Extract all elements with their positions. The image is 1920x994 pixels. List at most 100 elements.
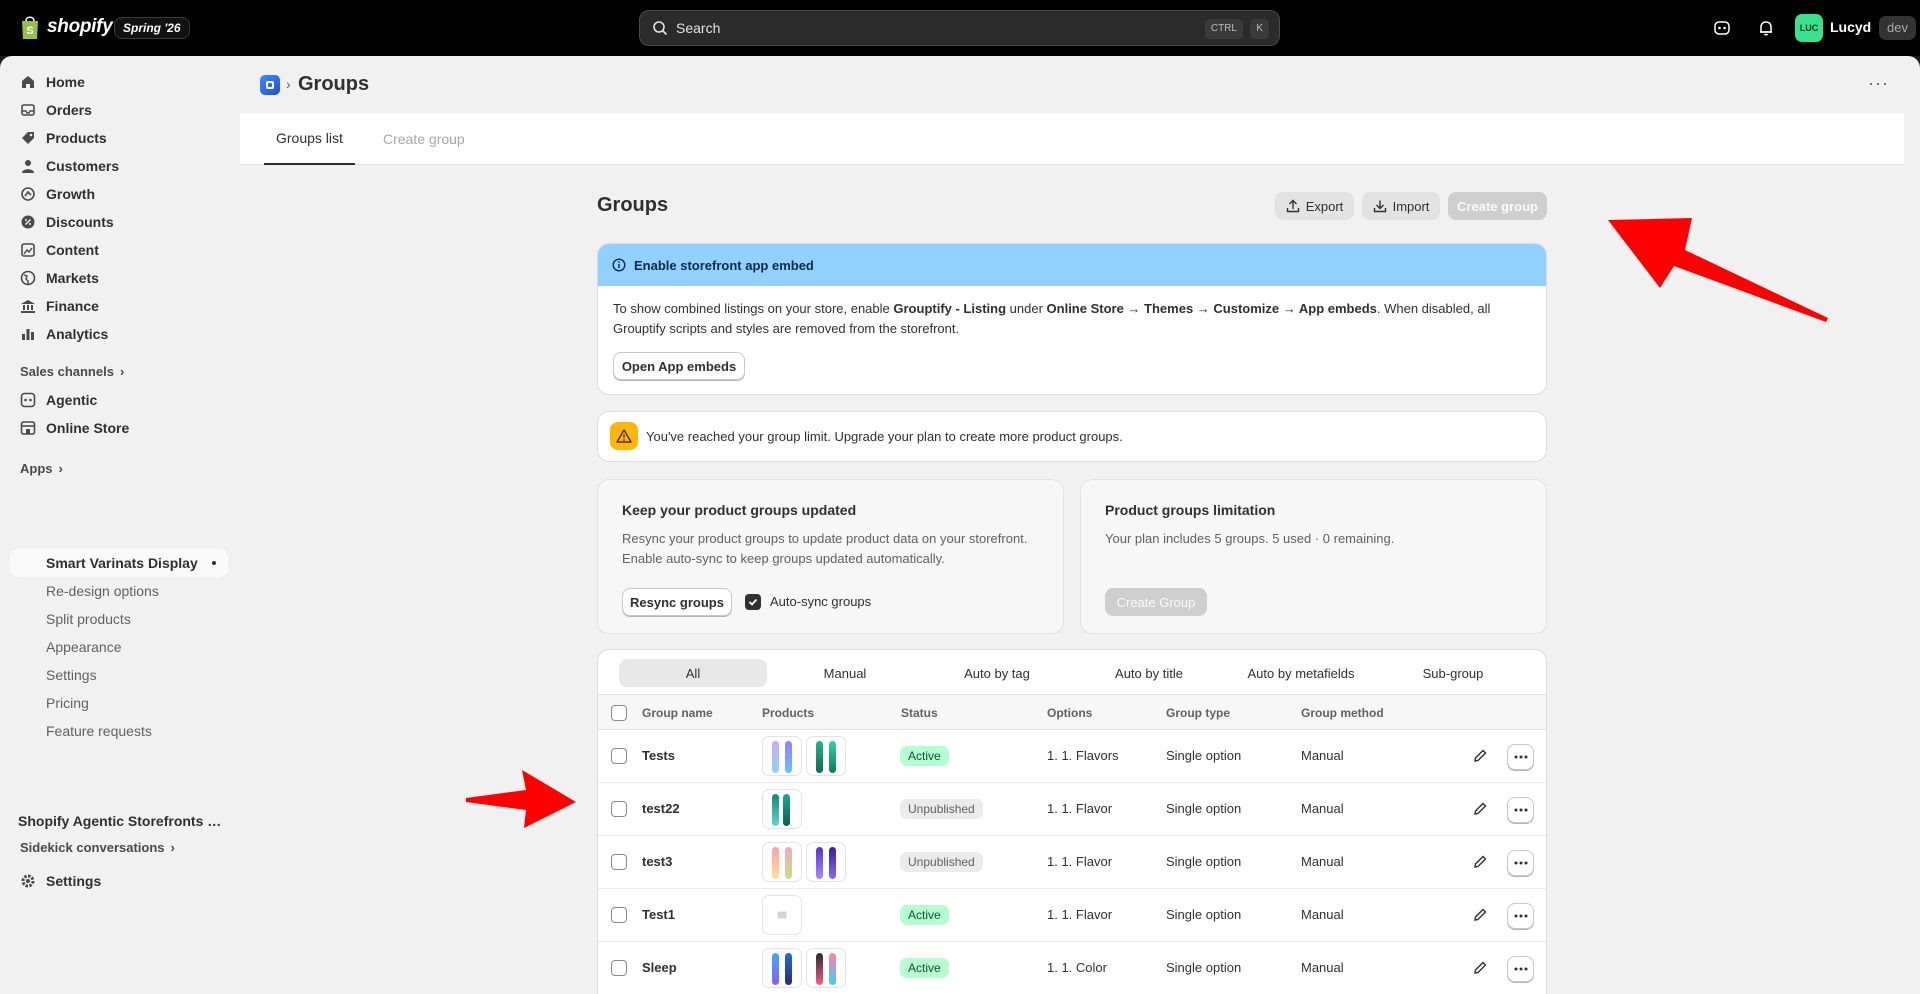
open-app-embeds-button[interactable]: Open App embeds: [613, 352, 745, 380]
import-button[interactable]: Import: [1362, 192, 1440, 220]
tag-icon: [20, 130, 36, 146]
chevron-right-icon: ›: [170, 840, 175, 855]
column-header-options[interactable]: Options: [1047, 706, 1092, 720]
bell-icon[interactable]: [1754, 16, 1778, 40]
banner-text: To show combined listings on your store,…: [613, 299, 1533, 339]
tab-create-group[interactable]: Create group: [371, 113, 477, 165]
filter-tab-auto-by-title[interactable]: Auto by title: [1075, 659, 1223, 687]
row-actions-button[interactable]: [1507, 797, 1534, 823]
create-group-button[interactable]: Create group: [1448, 192, 1547, 220]
filter-tab-auto-by-tag[interactable]: Auto by tag: [923, 659, 1071, 687]
group-name[interactable]: test22: [642, 801, 680, 816]
column-header-status[interactable]: Status: [901, 706, 938, 720]
pencil-icon[interactable]: [1472, 907, 1488, 923]
shopify-logo[interactable]: S shopify: [19, 14, 113, 40]
table-row[interactable]: test22 Unpublished 1. 1. Flavor Single o…: [598, 783, 1546, 836]
row-actions-button[interactable]: [1507, 744, 1534, 770]
sidebar-app-split-products[interactable]: Split products: [10, 605, 228, 633]
group-name[interactable]: Tests: [642, 748, 675, 763]
sidekick-conversation-item[interactable]: Shopify Agentic Storefronts ov...: [18, 813, 228, 829]
sidebar-item-finance[interactable]: Finance: [10, 292, 228, 320]
sidekick-icon[interactable]: [1710, 16, 1734, 40]
export-button[interactable]: Export: [1275, 192, 1354, 220]
row-actions-button[interactable]: [1507, 850, 1534, 876]
search-input[interactable]: Search CTRL K: [639, 10, 1280, 46]
filter-tab-sub-group[interactable]: Sub-group: [1379, 659, 1527, 687]
column-header-products[interactable]: Products: [762, 706, 814, 720]
annotation-arrow-pointing-right: [466, 770, 576, 828]
sidebar-item-online-store[interactable]: Online Store: [10, 414, 228, 442]
auto-sync-checkbox[interactable]: [745, 594, 761, 610]
user-name[interactable]: Lucyd: [1830, 19, 1871, 35]
product-thumbnail[interactable]: [762, 948, 802, 988]
group-options: 1. 1. Flavors: [1047, 748, 1119, 763]
row-actions-button[interactable]: [1507, 903, 1534, 929]
group-name[interactable]: test3: [642, 854, 672, 869]
product-thumbnail[interactable]: [762, 789, 802, 829]
column-header-group-name[interactable]: Group name: [642, 706, 713, 720]
group-type: Single option: [1166, 854, 1242, 869]
sidebar-item-analytics[interactable]: Analytics: [10, 320, 228, 348]
pencil-icon[interactable]: [1472, 854, 1488, 870]
product-thumbnail[interactable]: [762, 842, 802, 882]
sidebar-item-discounts[interactable]: Discounts: [10, 208, 228, 236]
group-name[interactable]: Sleep: [642, 960, 677, 975]
sidekick-conversations-header[interactable]: Sidekick conversations ›: [20, 840, 175, 855]
sidebar-item-products[interactable]: Products: [10, 124, 228, 152]
row-checkbox[interactable]: [611, 801, 627, 817]
product-thumbnail[interactable]: [806, 842, 846, 882]
tab-groups-list[interactable]: Groups list: [264, 113, 355, 165]
sidebar-app-redesign-options[interactable]: Re-design options: [10, 577, 228, 605]
row-actions-button[interactable]: [1507, 956, 1534, 982]
column-header-group-type[interactable]: Group type: [1166, 706, 1230, 720]
pencil-icon[interactable]: [1472, 960, 1488, 976]
k-key-hint: K: [1250, 19, 1269, 39]
sidebar-app-feature-requests[interactable]: Feature requests: [10, 717, 228, 745]
create-group-disabled-button[interactable]: Create Group: [1105, 588, 1207, 616]
banner-text-bold: Online Store → Themes → Customize → App …: [1046, 301, 1377, 316]
pencil-icon[interactable]: [1472, 748, 1488, 764]
table-row[interactable]: Sleep Active 1. 1. Color Single option M…: [598, 942, 1546, 994]
more-horizontal-icon: [1514, 808, 1527, 812]
row-checkbox[interactable]: [611, 907, 627, 923]
sidebar-app-settings[interactable]: Settings: [10, 661, 228, 689]
table-row[interactable]: Test1 Active 1. 1. Flavor Single option …: [598, 889, 1546, 942]
sidebar-item-agentic[interactable]: Agentic: [10, 386, 228, 414]
group-options: 1. 1. Color: [1047, 960, 1107, 975]
sidebar-app-pricing[interactable]: Pricing: [10, 689, 228, 717]
filter-tab-auto-by-metafields[interactable]: Auto by metafields: [1227, 659, 1375, 687]
filter-tab-manual[interactable]: Manual: [771, 659, 919, 687]
product-thumbnail[interactable]: [762, 736, 802, 776]
table-row[interactable]: Tests Active 1. 1. Flavors Single option…: [598, 730, 1546, 783]
filter-tab-all[interactable]: All: [619, 659, 767, 687]
sidebar-item-content[interactable]: Content: [10, 236, 228, 264]
sidebar-item-growth[interactable]: Growth: [10, 180, 228, 208]
sidebar-app-appearance[interactable]: Appearance: [10, 633, 228, 661]
sidebar-item-settings[interactable]: Settings: [10, 867, 228, 895]
group-method: Manual: [1301, 748, 1344, 763]
pencil-icon[interactable]: [1472, 801, 1488, 817]
product-thumbnail-placeholder[interactable]: [762, 895, 802, 935]
sidebar-item-markets[interactable]: Markets: [10, 264, 228, 292]
sales-channels-header[interactable]: Sales channels ›: [20, 364, 124, 379]
avatar[interactable]: LUC: [1795, 14, 1823, 42]
sidebar-app-smart-variants[interactable]: Smart Varinats Display: [10, 549, 228, 577]
row-checkbox[interactable]: [611, 854, 627, 870]
groups-table-card: All Manual Auto by tag Auto by title Aut…: [597, 649, 1547, 994]
table-row[interactable]: test3 Unpublished 1. 1. Flavor Single op…: [598, 836, 1546, 889]
row-checkbox[interactable]: [611, 960, 627, 976]
sidebar-item-orders[interactable]: Orders: [10, 96, 228, 124]
product-thumbnail[interactable]: [806, 948, 846, 988]
select-all-checkbox[interactable]: [611, 705, 627, 721]
group-name[interactable]: Test1: [642, 907, 675, 922]
product-thumbnail[interactable]: [806, 736, 846, 776]
apps-header[interactable]: Apps ›: [20, 461, 63, 476]
column-header-group-method[interactable]: Group method: [1301, 706, 1384, 720]
resync-groups-button[interactable]: Resync groups: [622, 588, 732, 616]
app-icon[interactable]: [260, 75, 280, 95]
page-more-icon[interactable]: ···: [1868, 74, 1889, 92]
row-checkbox[interactable]: [611, 748, 627, 764]
sidebar-item-customers[interactable]: Customers: [10, 152, 228, 180]
edition-badge[interactable]: Spring '26: [114, 17, 190, 39]
sidebar-item-home[interactable]: Home: [10, 68, 228, 96]
